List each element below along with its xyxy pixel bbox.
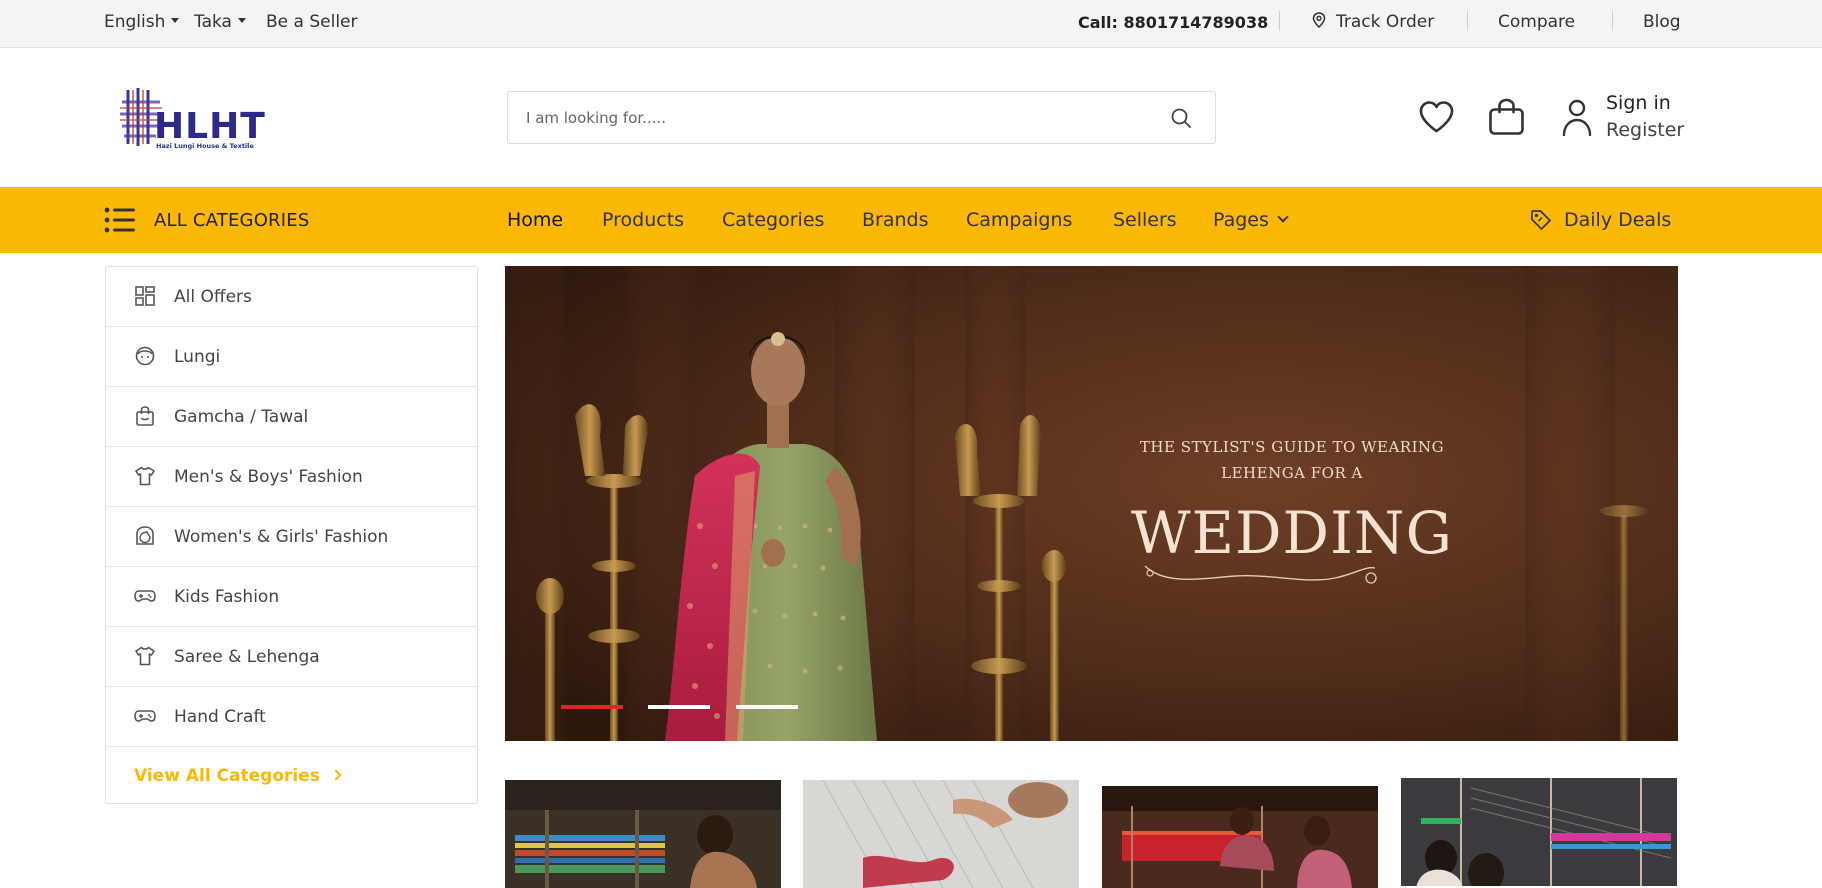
sidebar-item-womens-girls-fashion[interactable]: Women's & Girls' Fashion [106, 507, 477, 567]
nav-sellers[interactable]: Sellers [1113, 209, 1177, 231]
promo-thumbnail-1[interactable] [505, 780, 781, 888]
price-tag-icon [1531, 210, 1551, 230]
search-bar [507, 91, 1216, 144]
divider [1612, 11, 1613, 31]
sidebar-item-all-offers[interactable]: All Offers [106, 267, 477, 327]
chevron-down-icon [1277, 211, 1289, 223]
hero-banner-slider[interactable]: THE STYLIST'S GUIDE TO WEARING LEHENGA F… [505, 266, 1678, 741]
top-bar: English Taka Be a Seller Call: 880171478… [0, 0, 1822, 48]
call-number[interactable]: Call: 8801714789038 [1078, 13, 1268, 33]
track-order-label: Track Order [1336, 12, 1435, 32]
sidebar-item-gamcha-tawal[interactable]: Gamcha / Tawal [106, 387, 477, 447]
caret-down-icon [171, 18, 180, 23]
banner-image: THE STYLIST'S GUIDE TO WEARING LEHENGA F… [505, 266, 1678, 741]
sidebar-item-label: Gamcha / Tawal [174, 407, 309, 427]
search-icon[interactable] [1169, 106, 1193, 130]
weaving-photo-1 [505, 780, 781, 888]
weaving-photo-2 [803, 780, 1079, 888]
sidebar-item-label: Lungi [174, 347, 221, 367]
woman-icon [136, 526, 154, 545]
sidebar-item-label: Women's & Girls' Fashion [174, 527, 389, 547]
daily-deals-label: Daily Deals [1564, 209, 1672, 231]
location-pin-icon [1312, 12, 1326, 29]
chevron-right-icon [330, 769, 342, 781]
main-navbar: ALL CATEGORIES Home Products Categories … [0, 187, 1822, 253]
track-order-link[interactable]: Track Order [1312, 12, 1434, 32]
sidebar-item-mens-boys-fashion[interactable]: Men's & Boys' Fashion [106, 447, 477, 507]
nav-brands[interactable]: Brands [862, 209, 929, 231]
logo-tagline: Hazi Lungi House & Textile [156, 142, 254, 150]
nav-pages-dropdown[interactable]: Pages [1213, 209, 1289, 231]
logo-text: HLHT [154, 106, 266, 147]
language-selector[interactable]: English [104, 12, 180, 32]
be-a-seller-link[interactable]: Be a Seller [266, 12, 358, 32]
hlht-logo-graphic: HLHT Hazi Lungi House & Textile [120, 88, 266, 150]
tshirt-icon [135, 466, 155, 486]
tshirt-icon [135, 646, 155, 666]
blog-link[interactable]: Blog [1643, 12, 1681, 32]
nav-pages-label: Pages [1213, 209, 1269, 231]
sidebar-item-label: Hand Craft [174, 707, 266, 727]
view-all-categories-link[interactable]: View All Categories [134, 766, 342, 786]
banner-line-1: THE STYLIST'S GUIDE TO WEARING [1140, 438, 1444, 456]
banner-headline: WEDDING [1131, 499, 1453, 567]
grid-icon [135, 286, 155, 306]
view-all-label: View All Categories [134, 766, 320, 786]
gamepad-icon [134, 710, 156, 722]
currency-label: Taka [194, 12, 232, 32]
search-input[interactable] [526, 106, 1126, 130]
face-icon [135, 346, 155, 366]
divider [1467, 11, 1468, 31]
nav-products[interactable]: Products [602, 209, 684, 231]
slider-dot-2[interactable] [648, 705, 710, 709]
sign-in-link[interactable]: Sign in [1606, 92, 1671, 114]
register-link[interactable]: Register [1606, 119, 1684, 141]
banner-line-2: LEHENGA FOR A [1221, 464, 1363, 482]
weaving-photo-3 [1102, 786, 1378, 888]
sidebar-item-lungi[interactable]: Lungi [106, 327, 477, 387]
currency-selector[interactable]: Taka [194, 12, 246, 32]
caret-down-icon [237, 18, 246, 23]
category-sidebar: All Offers Lungi Gamcha / Tawal Men's & … [105, 266, 478, 804]
nav-categories[interactable]: Categories [722, 209, 824, 231]
sidebar-item-label: Men's & Boys' Fashion [174, 467, 363, 487]
nav-home[interactable]: Home [507, 209, 563, 231]
sidebar-item-hand-craft[interactable]: Hand Craft [106, 687, 477, 747]
sidebar-item-label: All Offers [174, 287, 252, 307]
language-label: English [104, 12, 166, 32]
promo-thumbnail-4[interactable] [1401, 778, 1677, 886]
shopping-bag-icon[interactable] [1488, 98, 1525, 136]
divider [1279, 11, 1280, 31]
wishlist-heart-icon[interactable] [1418, 100, 1455, 134]
slider-dot-1[interactable] [561, 705, 623, 709]
gamepad-icon [134, 590, 156, 602]
sidebar-item-kids-fashion[interactable]: Kids Fashion [106, 567, 477, 627]
weaving-photo-4 [1401, 778, 1677, 886]
promo-thumbnail-2[interactable] [803, 780, 1079, 888]
nav-campaigns[interactable]: Campaigns [966, 209, 1072, 231]
sidebar-item-label: Saree & Lehenga [174, 647, 320, 667]
site-logo[interactable]: HLHT Hazi Lungi House & Textile [116, 86, 271, 152]
bag-icon [136, 406, 154, 426]
user-account-icon[interactable] [1562, 98, 1592, 136]
slider-dot-3[interactable] [736, 705, 798, 709]
list-menu-icon [104, 207, 135, 233]
sidebar-item-label: Kids Fashion [174, 587, 280, 607]
promo-thumbnail-3[interactable] [1102, 786, 1378, 888]
compare-link[interactable]: Compare [1498, 12, 1575, 32]
sidebar-item-saree-lehenga[interactable]: Saree & Lehenga [106, 627, 477, 687]
all-categories-label: ALL CATEGORIES [154, 210, 310, 231]
